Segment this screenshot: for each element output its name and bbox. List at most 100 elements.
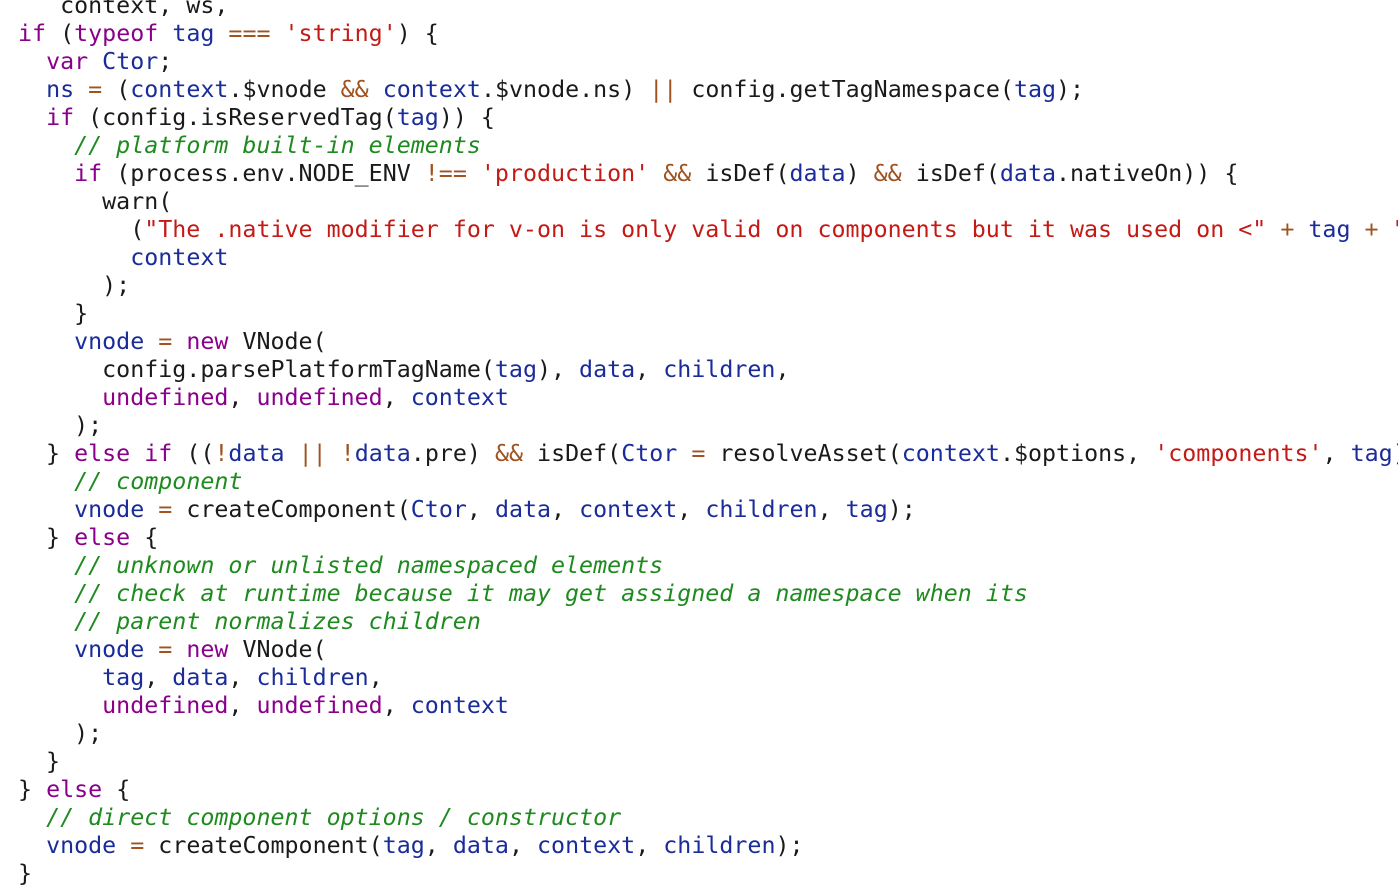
code-token: tag	[102, 664, 145, 691]
code-line[interactable]: undefined, undefined, context	[0, 692, 1398, 720]
code-token: {	[130, 524, 159, 551]
code-line[interactable]: vnode = new VNode(	[0, 328, 1398, 356]
code-token: tag	[494, 356, 537, 383]
code-token: // direct component options / constructo…	[46, 804, 622, 831]
code-token: config.getTagNamespace(	[677, 76, 1014, 103]
code-token: data	[789, 160, 846, 187]
code-token: ">."	[1393, 216, 1398, 243]
code-line[interactable]: vnode = new VNode(	[0, 636, 1398, 664]
code-line[interactable]: // parent normalizes children	[0, 608, 1398, 636]
code-token: context	[382, 76, 481, 103]
code-token: !	[214, 440, 229, 467]
code-line[interactable]: } else {	[0, 776, 1398, 804]
code-token: vnode	[74, 636, 145, 663]
code-line[interactable]: } else {	[0, 524, 1398, 552]
code-token: ,	[424, 832, 453, 859]
code-line[interactable]: var Ctor;	[0, 48, 1398, 76]
code-token: ) {	[396, 20, 439, 47]
code-token: context	[410, 692, 509, 719]
code-token: if	[144, 440, 173, 467]
code-line[interactable]: ns = (context.$vnode && context.$vnode.n…	[0, 76, 1398, 104]
code-token: children	[663, 832, 776, 859]
code-token: .$vnode	[228, 76, 341, 103]
code-token: ,	[817, 496, 846, 523]
code-token: .$options,	[999, 440, 1155, 467]
code-token: }	[18, 524, 75, 551]
code-token: config.parsePlatformTagName(	[18, 356, 495, 383]
code-line[interactable]: undefined, undefined, context	[0, 384, 1398, 412]
code-token: }	[18, 860, 33, 887]
code-line[interactable]: ("The .native modifier for v-on is only …	[0, 216, 1398, 244]
code-line[interactable]: // direct component options / constructo…	[0, 804, 1398, 832]
code-token: isDef(	[523, 440, 622, 467]
code-token: )	[845, 160, 874, 187]
code-token: undefined	[102, 692, 229, 719]
code-token: createComponent(	[172, 496, 411, 523]
code-token: VNode(	[228, 636, 327, 663]
code-token: ,	[508, 832, 538, 859]
code-line[interactable]: );	[0, 412, 1398, 440]
code-line[interactable]: } else if ((!data || !data.pre) && isDef…	[0, 440, 1398, 468]
code-token: ===	[228, 20, 271, 47]
code-token: tag	[1013, 76, 1057, 103]
code-line[interactable]: }	[0, 748, 1398, 776]
code-token: =	[691, 440, 706, 467]
code-line[interactable]: warn(	[0, 188, 1398, 216]
code-editor[interactable]: context, ws, if (typeof tag === 'string')…	[0, 0, 1398, 888]
code-line[interactable]: }	[0, 860, 1398, 888]
code-line[interactable]: context	[0, 244, 1398, 272]
code-line[interactable]: // unknown or unlisted namespaced elemen…	[0, 552, 1398, 580]
code-line[interactable]: // platform built-in elements	[0, 132, 1398, 160]
code-line[interactable]: if (typeof tag === 'string') {	[0, 20, 1398, 48]
code-token: );	[1056, 76, 1085, 103]
code-line[interactable]: tag, data, children,	[0, 664, 1398, 692]
code-line[interactable]: vnode = createComponent(Ctor, data, cont…	[0, 496, 1398, 524]
code-token: =	[130, 832, 145, 859]
code-token: new	[186, 328, 229, 355]
code-token: context	[901, 440, 1000, 467]
code-token: children	[705, 496, 818, 523]
code-token: ,	[228, 664, 257, 691]
code-line[interactable]: if (config.isReservedTag(tag)) {	[0, 104, 1398, 132]
code-line[interactable]: config.parsePlatformTagName(tag), data, …	[0, 356, 1398, 384]
code-token: var	[46, 48, 89, 75]
code-token: (process.env.NODE_ENV	[102, 160, 425, 187]
code-token: )) {	[438, 104, 495, 131]
code-token: context	[579, 496, 678, 523]
code-line[interactable]: );	[0, 272, 1398, 300]
code-token: vnode	[74, 328, 145, 355]
code-line[interactable]: context, ws,	[0, 0, 1398, 20]
code-token: ,	[1322, 440, 1351, 467]
code-line[interactable]: // check at runtime because it may get a…	[0, 580, 1398, 608]
code-line[interactable]: );	[0, 720, 1398, 748]
code-token: data	[172, 664, 229, 691]
code-token: }	[18, 300, 89, 327]
code-line[interactable]: // component	[0, 468, 1398, 496]
code-token: !==	[424, 160, 467, 187]
code-token: &&	[663, 160, 692, 187]
code-token: undefined	[256, 384, 383, 411]
code-token: undefined	[256, 692, 383, 719]
code-token: );	[18, 720, 103, 747]
code-token: "The .native modifier for v-on is only v…	[144, 216, 1267, 243]
code-line[interactable]: }	[0, 300, 1398, 328]
code-token: Ctor	[102, 48, 159, 75]
code-token: data	[999, 160, 1057, 187]
code-token: .$vnode.ns)	[480, 76, 650, 103]
code-line[interactable]: if (process.env.NODE_ENV !== 'production…	[0, 160, 1398, 188]
code-line[interactable]: vnode = createComponent(tag, data, conte…	[0, 832, 1398, 860]
code-token: tag	[845, 496, 888, 523]
